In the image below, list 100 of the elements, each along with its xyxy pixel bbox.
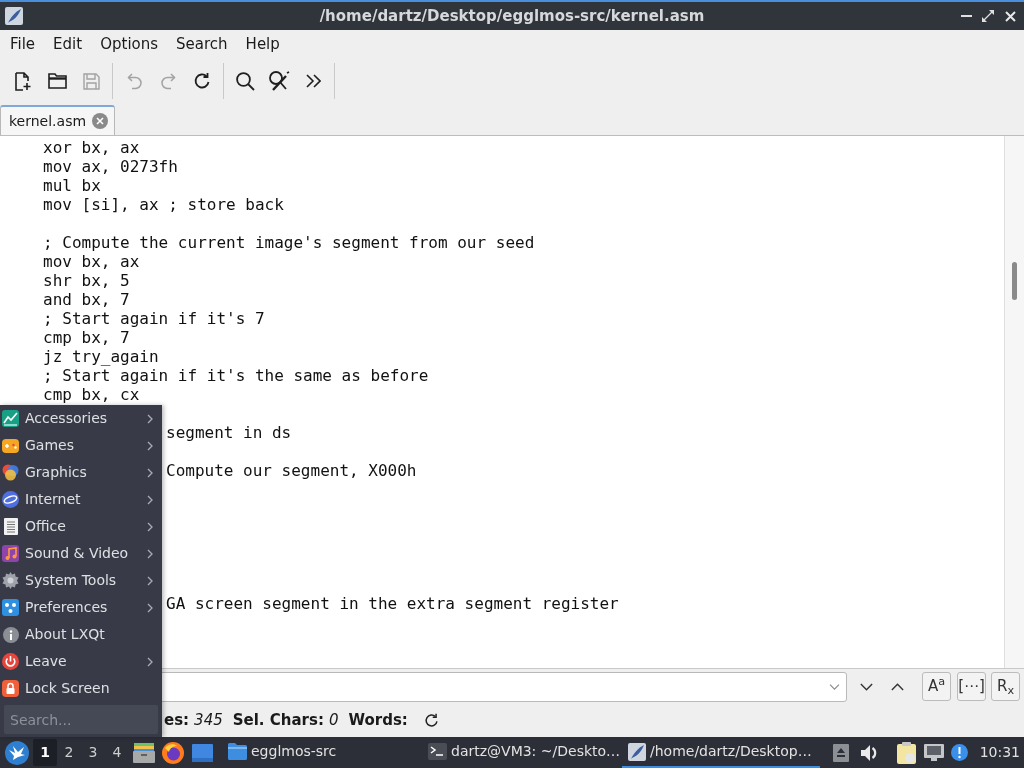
logo-icon: [4, 740, 29, 765]
menu-item[interactable]: Accessories: [0, 405, 162, 432]
dots-tile-icon: [2, 599, 19, 616]
tray-button[interactable]: [923, 743, 944, 762]
new-file-icon: [15, 71, 31, 91]
color-circles-icon: [2, 464, 19, 481]
menu-item[interactable]: Leave: [0, 648, 162, 675]
search-pencil-icon: [268, 71, 290, 91]
menu-item[interactable]: Graphics: [0, 459, 162, 486]
menu-item[interactable]: Preferences: [0, 594, 162, 621]
close-icon: [1004, 10, 1016, 22]
code-line: GA screen segment in the extra segment register: [166, 594, 619, 613]
status-value: 0: [328, 710, 339, 732]
refresh-button[interactable]: [423, 712, 440, 729]
task-button[interactable]: dartz@VM3: ~/Deskto…: [422, 737, 620, 768]
code-line: ; Start again if it's 7: [43, 309, 265, 328]
info-icon: [2, 626, 19, 643]
chevron-down-icon: [859, 682, 873, 691]
search-icon: [235, 71, 255, 91]
code-line: mov [si], ax ; store back: [43, 195, 284, 214]
task-button[interactable]: /home/dartz/Desktop…: [622, 737, 820, 768]
feather-icon: [628, 742, 646, 761]
code-line: ; Start again if it's the same as before: [43, 366, 429, 385]
code-line: cmp bx, 7: [43, 328, 130, 347]
toggle-button[interactable]: R$_{x}$: [991, 672, 1020, 701]
redo-icon: [160, 72, 176, 90]
menu-item[interactable]: Lock Screen: [0, 675, 162, 702]
minimize-icon: [960, 15, 972, 17]
lock-icon: [2, 680, 19, 697]
terminal-icon: [428, 743, 447, 760]
status-label: Sel. Chars:: [232, 710, 324, 732]
screen-icon: [191, 743, 213, 762]
code-line: jz try_again: [43, 347, 159, 366]
toggle-button[interactable]: A$^{a}$: [922, 672, 951, 701]
code-line: ; Compute the current image's segment from our seed: [43, 233, 535, 252]
code-line: mul bx: [43, 176, 101, 195]
alert-icon: [951, 744, 969, 761]
menu-item[interactable]: Office: [0, 513, 162, 540]
menu-item[interactable]: File: [1, 30, 45, 58]
menu-item[interactable]: Edit: [44, 30, 92, 58]
maximize-button[interactable]: [982, 10, 994, 22]
menu-item[interactable]: Sound & Video: [0, 540, 162, 567]
maximize-icon: [982, 10, 994, 22]
document-icon: [3, 518, 18, 535]
clock: 10:31: [979, 743, 1020, 762]
folder-icon: [47, 73, 67, 89]
code-line: Compute our segment, X000h: [166, 461, 417, 480]
menu-item[interactable]: Options: [91, 30, 168, 58]
feather-icon: [5, 7, 23, 25]
drawer-icon: [133, 742, 155, 763]
desktop-switch-button[interactable]: 3: [81, 739, 105, 766]
menu-item[interactable]: Games: [0, 432, 162, 459]
status-label: Words:: [348, 710, 408, 732]
menu-item[interactable]: About LXQt: [0, 621, 162, 648]
code-line: segment in ds: [166, 423, 292, 442]
tray-button[interactable]: [896, 741, 917, 764]
tray-button[interactable]: [950, 743, 969, 762]
desktop-switch-button[interactable]: 2: [57, 739, 81, 766]
undo-icon: [126, 72, 142, 90]
code-editor[interactable]: [0, 136, 1024, 668]
task-button[interactable]: egglmos-src: [222, 737, 420, 768]
close-button[interactable]: [1004, 10, 1016, 22]
desktop-switch-button[interactable]: 1: [33, 739, 57, 766]
window-title: /home/dartz/Desktop/egglmos-src/kernel.asm: [319, 5, 705, 27]
scrollbar-thumb[interactable]: [1012, 262, 1017, 300]
desktop-switch-button[interactable]: 4: [105, 739, 129, 766]
tray-button[interactable]: [860, 743, 879, 762]
menu-search-field[interactable]: Search...: [4, 705, 158, 734]
menu-item[interactable]: Help: [236, 30, 289, 58]
power-icon: [2, 653, 19, 670]
eject-icon: [832, 743, 849, 762]
tab[interactable]: kernel.asm: [0, 105, 116, 135]
code-line: xor bx, ax: [43, 138, 140, 157]
chevron-up-icon: [890, 682, 904, 691]
code-line: mov bx, ax: [43, 252, 140, 271]
speaker-icon: [861, 744, 879, 761]
reload-icon: [193, 72, 211, 90]
network-icon: [923, 744, 944, 761]
refresh-icon: [424, 713, 440, 728]
globe-icon: [162, 741, 184, 764]
clipboard-icon: [897, 741, 917, 764]
code-line: cmp bx, cx: [43, 385, 140, 404]
menu-item[interactable]: Search: [167, 30, 237, 58]
gear-icon: [2, 572, 19, 589]
floppy-disk-icon: [82, 72, 100, 90]
status-label: es:: [164, 710, 190, 732]
toggle-button[interactable]: [⋯]: [957, 672, 986, 701]
close-icon: [92, 113, 109, 129]
planet-icon: [2, 491, 19, 508]
code-line: shr bx, 5: [43, 271, 130, 290]
menu-item[interactable]: Internet: [0, 486, 162, 513]
menu-item[interactable]: System Tools: [0, 567, 162, 594]
code-line: mov ax, 0273fh: [43, 157, 178, 176]
folder-icon: [228, 743, 247, 760]
code-line: and bx, 7: [43, 290, 130, 309]
music-note-icon: [2, 545, 19, 562]
gamepad-icon: [2, 438, 19, 453]
dropdown-chevron-icon: [829, 683, 840, 690]
line-chart-icon: [2, 410, 19, 427]
double-chevron-icon: [305, 74, 321, 88]
